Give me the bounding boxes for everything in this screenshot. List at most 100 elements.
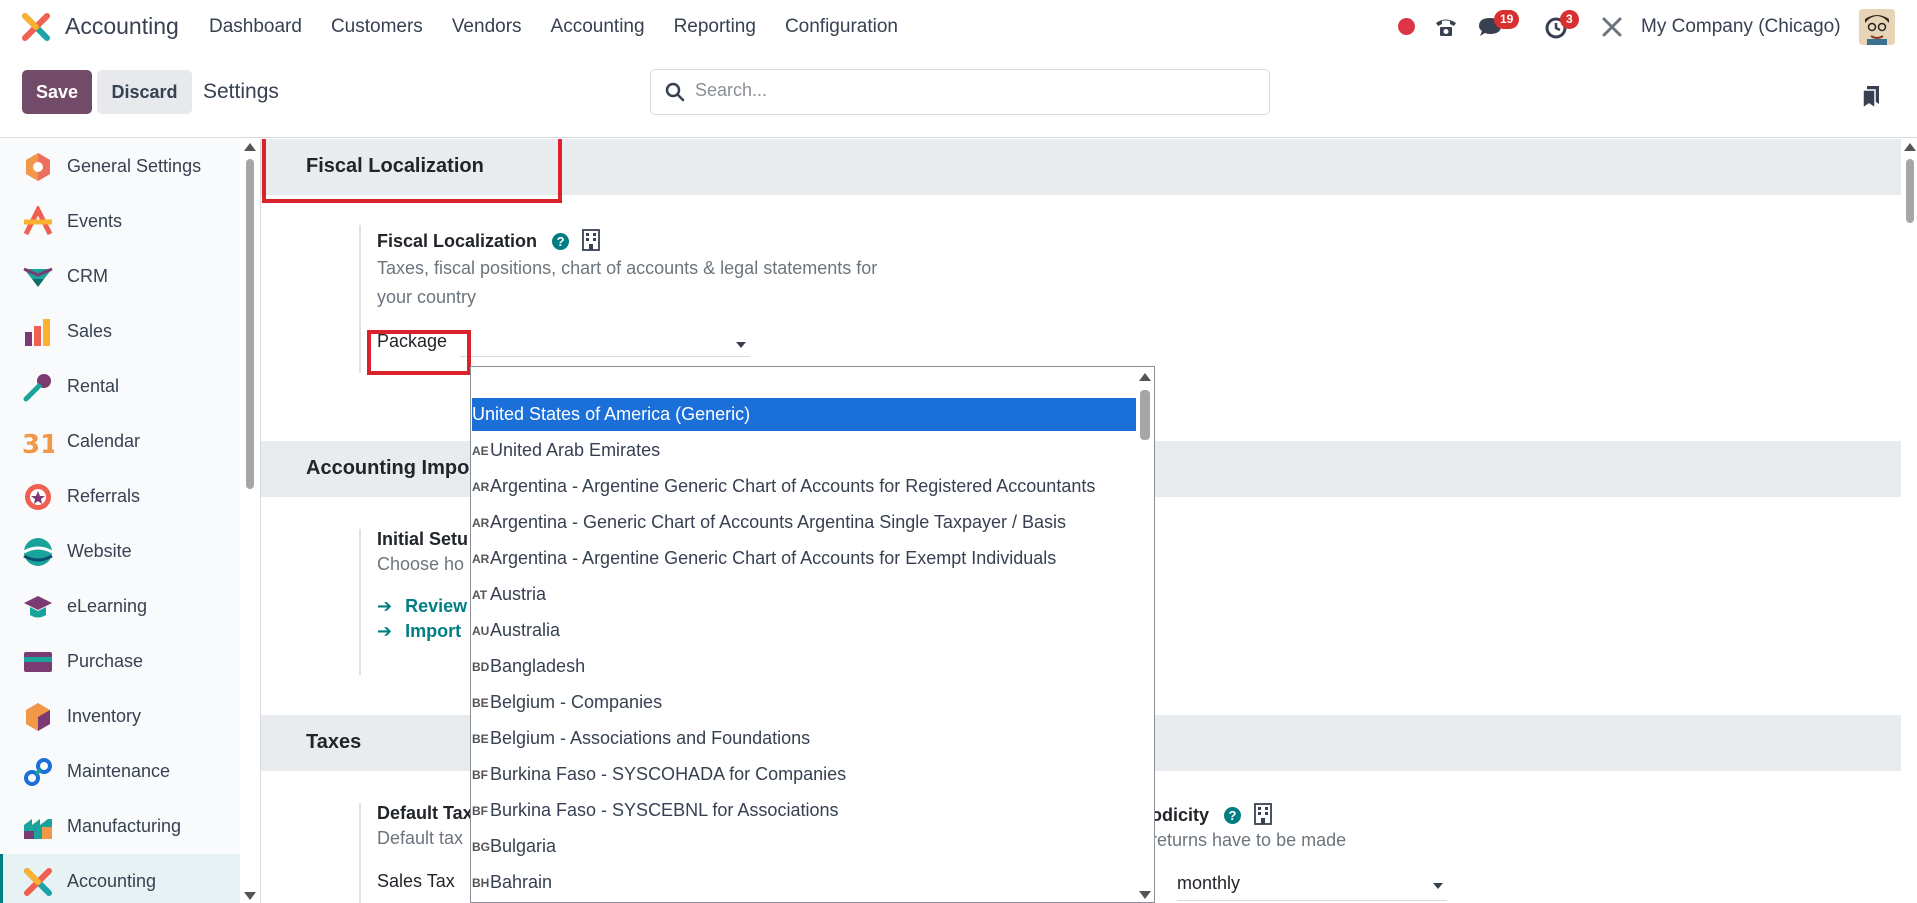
dropdown-option[interactable]: BD Bangladesh [472, 650, 1136, 683]
inventory-icon [26, 702, 50, 731]
page-title: Settings [203, 80, 279, 103]
phone-icon[interactable] [1433, 14, 1459, 40]
app-name[interactable]: Accounting [65, 13, 179, 40]
menu-customers[interactable]: Customers [331, 16, 423, 38]
highlight-box [262, 139, 562, 203]
activities-badge: 3 [1560, 10, 1579, 29]
package-dropdown-list[interactable]: United States of America (Generic) AE Uni… [470, 366, 1155, 903]
sidebar-item-label: Sales [67, 321, 113, 341]
elearning-icon [24, 595, 52, 617]
help-icon[interactable]: ? [552, 233, 570, 250]
search-icon [665, 82, 685, 102]
sidebar-item-elearning[interactable]: eLearning [0, 579, 240, 634]
scroll-up-arrow-icon[interactable] [1904, 143, 1916, 151]
sidebar-item-purchase[interactable]: Purchase [0, 634, 240, 689]
dropdown-option[interactable]: BF Burkina Faso - SYSCOHADA for Companies [472, 758, 1136, 791]
scroll-down-arrow-icon[interactable] [1139, 891, 1151, 899]
menu-configuration[interactable]: Configuration [785, 16, 898, 38]
dropdown-option[interactable]: BE Belgium - Associations and Foundations [472, 722, 1136, 755]
dropdown-option[interactable]: AR Argentina - Argentine Generic Chart of… [472, 470, 1136, 503]
recording-indicator-icon[interactable] [1398, 18, 1415, 35]
sidebar-item-events[interactable]: Events [0, 194, 240, 249]
sidebar-item-accounting[interactable]: Accounting [0, 854, 240, 903]
accounting-icon [24, 867, 52, 896]
maintenance-icon [24, 757, 52, 786]
sidebar-item-crm[interactable]: CRM [0, 249, 240, 304]
main-scrollbar[interactable] [1903, 139, 1917, 903]
svg-text:31: 31 [22, 430, 54, 458]
dropdown-option[interactable]: BF Burkina Faso - SYSCEBNL for Associatio… [472, 794, 1136, 827]
sidebar-item-sales[interactable]: Sales [0, 304, 240, 359]
sidebar-item-website[interactable]: Website [0, 524, 240, 579]
menu-dashboard[interactable]: Dashboard [209, 16, 302, 38]
sidebar-item-label: Rental [67, 376, 120, 396]
sidebar-item-label: Website [67, 541, 132, 561]
save-button[interactable]: Save [22, 70, 92, 114]
discard-button[interactable]: Discard [97, 70, 192, 114]
periodicity-select[interactable]: monthly [1177, 873, 1447, 901]
package-select[interactable] [460, 329, 750, 357]
import-link[interactable]: Import [405, 621, 461, 641]
main-scroll-thumb[interactable] [1906, 159, 1914, 223]
bookmark-icon[interactable] [1862, 84, 1880, 108]
tools-icon[interactable] [1599, 14, 1625, 40]
dropdown-option[interactable]: BG Bulgaria [472, 830, 1136, 863]
sidebar-item-label: Purchase [67, 651, 144, 671]
sidebar-scrollbar[interactable] [244, 139, 256, 903]
sidebar-item-label: Maintenance [67, 761, 171, 781]
help-icon[interactable]: ? [1224, 807, 1242, 824]
menu-accounting[interactable]: Accounting [551, 16, 645, 38]
dropdown-scrollbar[interactable] [1136, 367, 1154, 902]
sidebar-item-calendar[interactable]: 31 Calendar [0, 414, 240, 469]
select-caret-icon[interactable] [736, 342, 746, 348]
sidebar-item-label: General Settings [67, 156, 202, 176]
control-panel: Save Discard Settings [0, 54, 1917, 138]
setting-title: Fiscal Localization [377, 231, 538, 251]
tax-periodicity-setting: odicity ? returns have to be made monthl… [1151, 803, 1447, 901]
rental-icon [23, 373, 51, 401]
dropdown-option[interactable]: AR Argentina - Argentine Generic Chart of… [472, 542, 1136, 575]
sidebar-item-rental[interactable]: Rental [0, 359, 240, 414]
sidebar-item-label: Calendar [67, 431, 141, 451]
dropdown-option[interactable]: United States of America (Generic) [472, 398, 1136, 431]
sidebar-item-referrals[interactable]: Referrals [0, 469, 240, 524]
review-link[interactable]: Review [405, 596, 467, 616]
main-menu: Dashboard Customers Vendors Accounting R… [209, 16, 927, 38]
sidebar-scroll-thumb[interactable] [246, 159, 254, 489]
dropdown-option[interactable]: AE United Arab Emirates [472, 434, 1136, 467]
sidebar-item-label: Manufacturing [67, 816, 182, 836]
dropdown-option[interactable]: AT Austria [472, 578, 1136, 611]
dropdown-option[interactable]: AR Argentina - Generic Chart of Accounts … [472, 506, 1136, 539]
section-title: Accounting Impor [306, 457, 478, 479]
messages-badge: 19 [1494, 10, 1520, 29]
sidebar-item-general-settings[interactable]: General Settings [0, 139, 240, 194]
arrow-right-icon: ➔ [377, 621, 393, 641]
user-avatar[interactable] [1859, 9, 1895, 45]
sidebar-item-maintenance[interactable]: Maintenance [0, 744, 240, 799]
company-switcher[interactable]: My Company (Chicago) [1641, 16, 1841, 38]
setting-description: Taxes, fiscal positions, chart of accoun… [377, 258, 878, 278]
company-building-icon [582, 229, 600, 251]
dropdown-option[interactable]: AU Australia [472, 614, 1136, 647]
arrow-right-icon: ➔ [377, 596, 393, 616]
sidebar-item-inventory[interactable]: Inventory [0, 689, 240, 744]
scroll-down-arrow-icon[interactable] [244, 892, 256, 900]
sidebar-item-manufacturing[interactable]: Manufacturing [0, 799, 240, 854]
scroll-up-arrow-icon[interactable] [1139, 373, 1151, 381]
crm-icon [23, 267, 53, 287]
accounting-app-icon[interactable] [21, 12, 51, 42]
menu-reporting[interactable]: Reporting [674, 16, 756, 38]
dropdown-option[interactable]: BE Belgium - Companies [472, 686, 1136, 719]
dropdown-scroll-thumb[interactable] [1140, 390, 1150, 440]
dropdown-option[interactable]: BH Bahrain [472, 866, 1136, 899]
referrals-icon [25, 483, 51, 510]
search-bar[interactable] [650, 69, 1270, 115]
search-input[interactable] [695, 80, 1235, 101]
menu-vendors[interactable]: Vendors [452, 16, 522, 38]
calendar-icon: 31 [22, 430, 54, 458]
select-caret-icon[interactable] [1433, 883, 1443, 889]
scroll-up-arrow-icon[interactable] [244, 143, 256, 151]
events-icon [23, 205, 53, 235]
sales-icon [25, 318, 50, 346]
setting-description: returns have to be made [1151, 830, 1347, 850]
